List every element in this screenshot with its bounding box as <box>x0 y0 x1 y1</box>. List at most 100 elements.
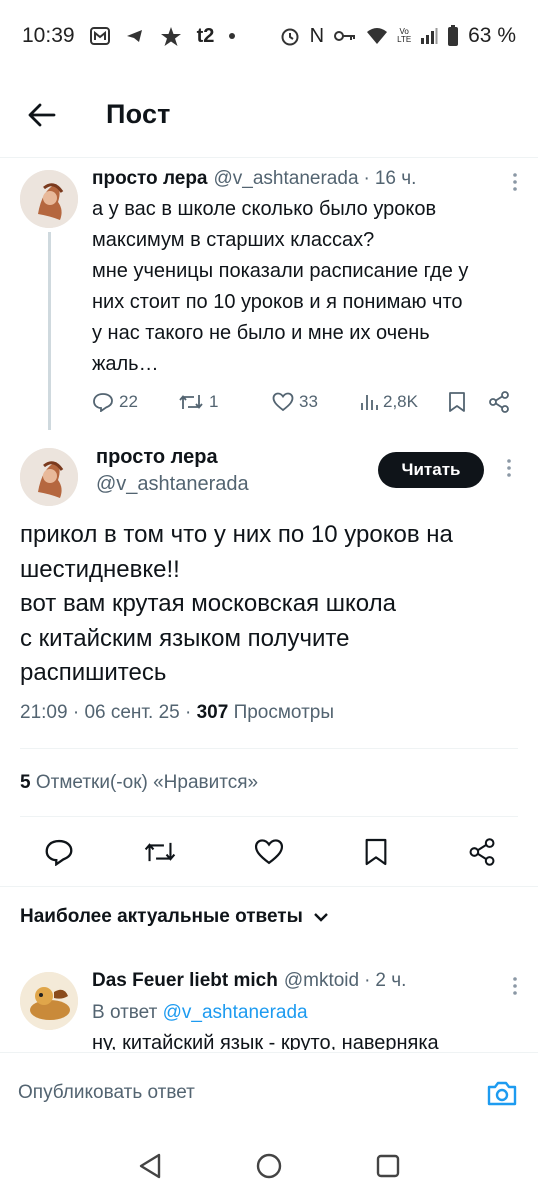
like-button[interactable]: 33 <box>272 392 318 412</box>
volte-icon: Vo LTE <box>397 27 412 44</box>
tweet-text: прикол в том что у них по 10 уроков на ш… <box>20 521 453 686</box>
tweet-text: а у вас в школе сколько было уроков макс… <box>92 198 469 375</box>
key-icon <box>333 29 357 43</box>
dot-icon <box>228 32 236 40</box>
author-handle[interactable]: @mktoid <box>284 970 359 992</box>
reply-button[interactable] <box>35 828 83 876</box>
tweet-date[interactable]: 06 сент. 25 <box>84 702 179 723</box>
share-icon <box>469 838 495 866</box>
more-vertical-icon <box>513 977 517 995</box>
signal-icon <box>420 28 438 44</box>
reply-count: 22 <box>119 392 138 411</box>
author-name[interactable]: просто лера <box>96 446 249 469</box>
views-label: Просмотры <box>233 702 335 723</box>
author-name[interactable]: просто лера <box>92 168 208 190</box>
more-vertical-icon <box>513 173 517 191</box>
nfc-icon: N <box>309 24 325 47</box>
tweet-time[interactable]: 16 ч. <box>375 168 417 190</box>
avatar[interactable] <box>20 448 78 506</box>
avatar[interactable] <box>20 972 78 1030</box>
thread-line <box>48 232 51 430</box>
divider <box>20 748 518 749</box>
bookmark-button[interactable] <box>448 391 466 413</box>
views-button[interactable]: 2,8K <box>360 392 418 412</box>
views-icon <box>361 395 378 410</box>
divider <box>0 886 538 887</box>
reply-prefix: В ответ <box>92 1002 158 1023</box>
views-count: 2,8K <box>383 392 418 411</box>
retweet-button[interactable]: 1 <box>178 392 218 412</box>
retweet-count: 1 <box>209 392 219 411</box>
reply-to-link[interactable]: @v_ashtanerada <box>163 1002 308 1023</box>
likes-count: 5 <box>20 772 31 793</box>
more-button[interactable] <box>506 458 512 483</box>
battery-percent: 63 % <box>468 24 516 47</box>
tweet-text: ну, китайский язык - круто, наверняка <box>92 1032 439 1050</box>
share-button[interactable] <box>458 828 506 876</box>
reply-icon <box>93 393 113 412</box>
back-button[interactable] <box>0 72 84 158</box>
nav-recents-button[interactable] <box>366 1144 410 1188</box>
divider <box>20 816 518 817</box>
nav-back-button[interactable] <box>128 1144 172 1188</box>
system-nav-bar <box>0 1132 538 1200</box>
chevron-down-icon <box>313 913 328 922</box>
circle-home-icon <box>256 1153 282 1179</box>
share-icon <box>489 391 509 413</box>
top-bar: Пост <box>0 72 538 158</box>
share-button[interactable] <box>488 391 510 413</box>
separator-dot: · <box>363 168 370 189</box>
reply-to-line: В ответ @v_ashtanerada <box>92 1002 520 1024</box>
sort-label: Наиболее актуальные ответы <box>20 906 303 927</box>
replies-sort-dropdown[interactable]: Наиболее актуальные ответы <box>20 906 329 928</box>
reply-input[interactable]: Опубликовать ответ <box>18 1082 484 1104</box>
follow-button[interactable]: Читать <box>378 452 484 488</box>
retweet-icon <box>179 395 203 409</box>
tweet-meta: 21:09 · 06 сент. 25 · 307 Просмотры <box>20 702 335 723</box>
bookmark-icon <box>449 392 465 412</box>
bookmark-icon <box>365 838 387 866</box>
retweet-button[interactable] <box>136 828 184 876</box>
camera-icon <box>487 1081 517 1105</box>
author-handle[interactable]: @v_ashtanerada <box>96 473 249 496</box>
likes-summary[interactable]: 5 Отметки(-ок) «Нравится» <box>20 772 258 794</box>
page-title: Пост <box>106 99 171 129</box>
tweet-time[interactable]: 21:09 <box>20 702 68 723</box>
bookmark-button[interactable] <box>352 828 400 876</box>
reply-icon <box>45 839 73 866</box>
author-name[interactable]: Das Feuer liebt mich <box>92 970 278 992</box>
telegram-icon <box>125 27 145 45</box>
t2-icon: t2 <box>196 24 215 47</box>
tweet-actions: 22 1 33 2,8K <box>92 382 522 422</box>
nav-home-button[interactable] <box>247 1144 291 1188</box>
separator-dot: · <box>364 970 371 991</box>
mts-app-icon <box>89 25 111 47</box>
alarm-icon <box>279 25 301 47</box>
more-vertical-icon <box>507 459 511 477</box>
status-time: 10:39 <box>22 24 75 47</box>
main-tweet-actions <box>0 828 538 876</box>
author-handle[interactable]: @v_ashtanerada <box>214 168 359 190</box>
camera-button[interactable] <box>484 1075 520 1111</box>
avatar[interactable] <box>20 170 78 228</box>
views-count: 307 <box>196 702 229 723</box>
heart-icon <box>272 392 294 412</box>
tweet-time[interactable]: 2 ч. <box>375 970 406 992</box>
more-button[interactable] <box>512 172 518 197</box>
reply-composer: Опубликовать ответ <box>0 1052 538 1132</box>
status-bar: 10:39 t2 N Vo LTE 63 % <box>0 0 538 72</box>
arrow-left-icon <box>28 103 56 126</box>
heart-icon <box>254 839 284 865</box>
reply-tweet[interactable]: Das Feuer liebt mich @mktoid · 2 ч. В от… <box>0 960 538 1050</box>
likes-label: Отметки(-ок) «Нравится» <box>35 772 259 793</box>
parent-tweet[interactable]: просто лера @v_ashtanerada · 16 ч. а у в… <box>0 160 538 430</box>
vk-icon <box>159 25 183 47</box>
wifi-icon <box>366 27 388 45</box>
reply-button[interactable]: 22 <box>92 392 138 412</box>
like-count: 33 <box>299 392 318 411</box>
like-button[interactable] <box>245 828 293 876</box>
battery-icon <box>447 25 459 47</box>
more-button[interactable] <box>512 976 518 1001</box>
triangle-back-icon <box>139 1153 160 1179</box>
retweet-icon <box>144 842 176 862</box>
